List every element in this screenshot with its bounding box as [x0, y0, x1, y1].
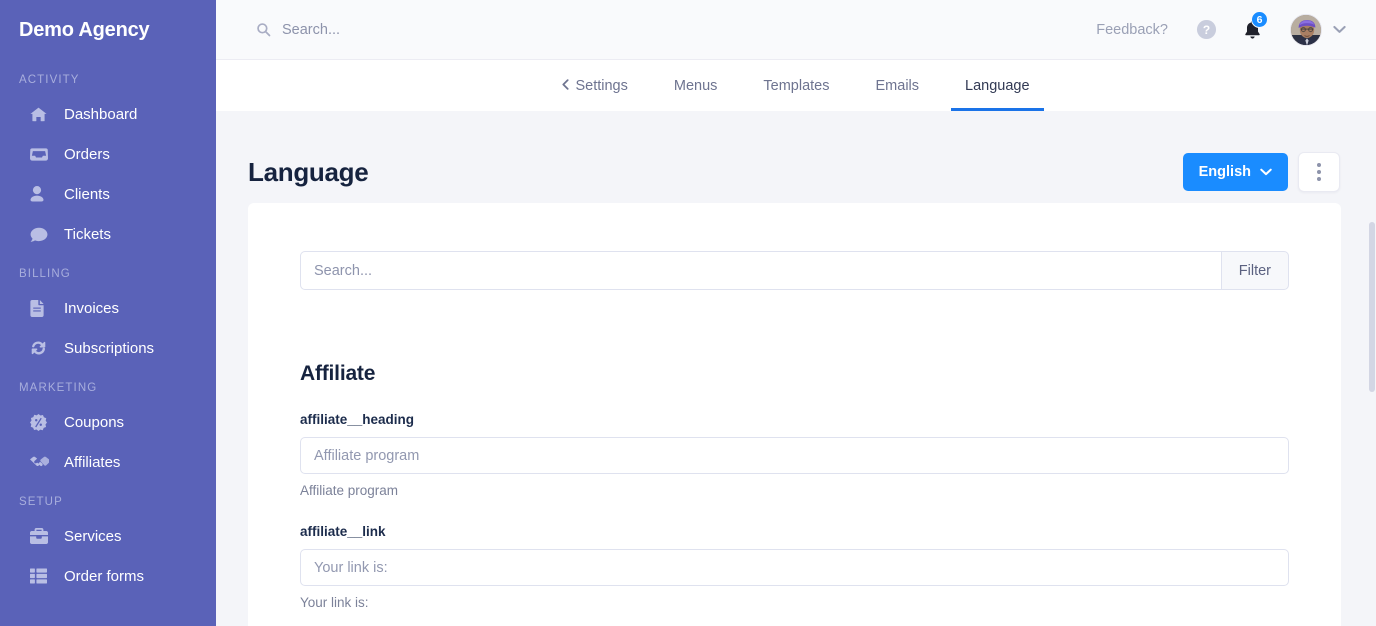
sidebar-item-label: Clients	[64, 185, 110, 203]
filter-button[interactable]: Filter	[1220, 251, 1289, 290]
tab-language[interactable]: Language	[942, 60, 1053, 111]
user-menu-chevron-down-icon[interactable]	[1333, 25, 1346, 34]
field-input-affiliate__heading[interactable]	[300, 437, 1289, 474]
sidebar-item-label: Coupons	[64, 413, 125, 431]
svg-text:?: ?	[1203, 23, 1210, 37]
tab-label: Templates	[763, 77, 830, 94]
search-icon	[256, 22, 271, 37]
sidebar: Demo Agency ACTIVITY Dashboard Orders Clien…	[0, 0, 216, 626]
translation-groups: Affiliate affiliate__heading Affiliate pro…	[300, 362, 1289, 610]
translation-field: affiliate__heading Affiliate program	[300, 412, 1289, 498]
more-options-button[interactable]	[1298, 152, 1340, 192]
badge-percent-icon	[30, 413, 52, 431]
tab-label: Emails	[875, 77, 920, 94]
sidebar-item-coupons[interactable]: Coupons	[0, 402, 216, 442]
app-root: Demo Agency ACTIVITY Dashboard Orders Clien…	[0, 0, 1376, 626]
home-icon	[30, 105, 52, 123]
sidebar-item-label: Orders	[64, 145, 110, 163]
sidebar-item-tickets[interactable]: Tickets	[0, 214, 216, 254]
user-icon	[30, 185, 52, 203]
tab-templates[interactable]: Templates	[740, 60, 852, 111]
notification-badge: 6	[1251, 11, 1268, 28]
sidebar-item-label: Tickets	[64, 225, 111, 243]
page-actions: English	[1182, 152, 1340, 192]
field-label: affiliate__link	[300, 524, 386, 539]
sidebar-section-marketing: MARKETING	[19, 382, 98, 394]
language-select-label: English	[1198, 164, 1251, 180]
chevron-down-icon	[1260, 164, 1272, 180]
tab-label: Language	[965, 77, 1030, 94]
filter-search-input[interactable]	[300, 251, 1221, 290]
page-header: Language English	[216, 111, 1376, 203]
inbox-icon	[30, 145, 52, 163]
sidebar-item-label: Invoices	[64, 299, 120, 317]
file-icon	[30, 299, 52, 317]
sidebar-item-services[interactable]: Services	[0, 516, 216, 556]
field-help-text: Affiliate program	[300, 483, 399, 498]
translation-field: affiliate__link Your link is:	[300, 524, 1289, 610]
avatar[interactable]	[1290, 13, 1322, 46]
sidebar-item-label: Services	[64, 527, 122, 545]
page-scrollbar[interactable]	[1368, 222, 1376, 626]
settings-tabs: Settings Menus Templates Emails Language	[216, 60, 1376, 111]
feedback-link[interactable]: Feedback?	[1096, 22, 1168, 38]
filter-row: Filter	[300, 251, 1289, 290]
sidebar-section-activity: ACTIVITY	[19, 74, 80, 86]
brand-logo[interactable]: Demo Agency	[0, 0, 216, 60]
tab-settings[interactable]: Settings	[539, 60, 650, 111]
sidebar-section-billing: BILLING	[19, 268, 71, 280]
question-circle-icon[interactable]: ?	[1196, 19, 1217, 40]
table-icon	[30, 567, 52, 585]
sidebar-item-label: Dashboard	[64, 105, 138, 123]
search-input[interactable]	[282, 21, 622, 38]
sidebar-nav: ACTIVITY Dashboard Orders Clients Tickets BIL…	[0, 60, 216, 596]
page-content: Language English Search... Filter Affili…	[216, 111, 1376, 626]
sidebar-item-affiliates[interactable]: Affiliates	[0, 442, 216, 482]
global-search[interactable]	[256, 21, 1096, 38]
sidebar-item-label: Affiliates	[64, 453, 121, 471]
sidebar-item-orders[interactable]: Orders	[0, 134, 216, 174]
sidebar-item-label: Subscriptions	[64, 339, 155, 357]
field-label: affiliate__heading	[300, 412, 415, 427]
notifications-button[interactable]: 6	[1243, 11, 1268, 40]
page-title: Language	[248, 156, 369, 187]
scrollbar-thumb[interactable]	[1369, 222, 1375, 392]
sidebar-item-clients[interactable]: Clients	[0, 174, 216, 214]
main-area: Feedback? ? 6	[216, 0, 1376, 626]
top-bar: Feedback? ? 6	[216, 0, 1376, 60]
top-bar-actions: Feedback? ? 6	[1096, 11, 1346, 46]
handshake-icon	[30, 453, 52, 471]
sidebar-item-label: Order forms	[64, 567, 145, 585]
sidebar-item-invoices[interactable]: Invoices	[0, 288, 216, 328]
sidebar-item-subscriptions[interactable]: Subscriptions	[0, 328, 216, 368]
sidebar-item-dashboard[interactable]: Dashboard	[0, 94, 216, 134]
sidebar-section-setup: SETUP	[19, 496, 63, 508]
group-title: Affiliate	[300, 362, 376, 385]
tab-menus[interactable]: Menus	[651, 60, 741, 111]
field-help-text: Your link is:	[300, 595, 369, 610]
tab-emails[interactable]: Emails	[853, 60, 943, 111]
tab-label: Settings	[575, 77, 628, 94]
field-input-affiliate__link[interactable]	[300, 549, 1289, 586]
sync-icon	[30, 339, 52, 357]
vertical-dots-icon	[1317, 163, 1321, 181]
chevron-left-icon	[562, 78, 570, 93]
comment-icon	[30, 225, 52, 243]
language-select-button[interactable]: English	[1182, 153, 1288, 191]
sidebar-item-order-forms[interactable]: Order forms	[0, 556, 216, 596]
tab-label: Menus	[673, 77, 718, 94]
language-card: Filter Affiliateaffiliate__headingAffili…	[248, 203, 1341, 626]
toolbox-icon	[30, 527, 52, 545]
